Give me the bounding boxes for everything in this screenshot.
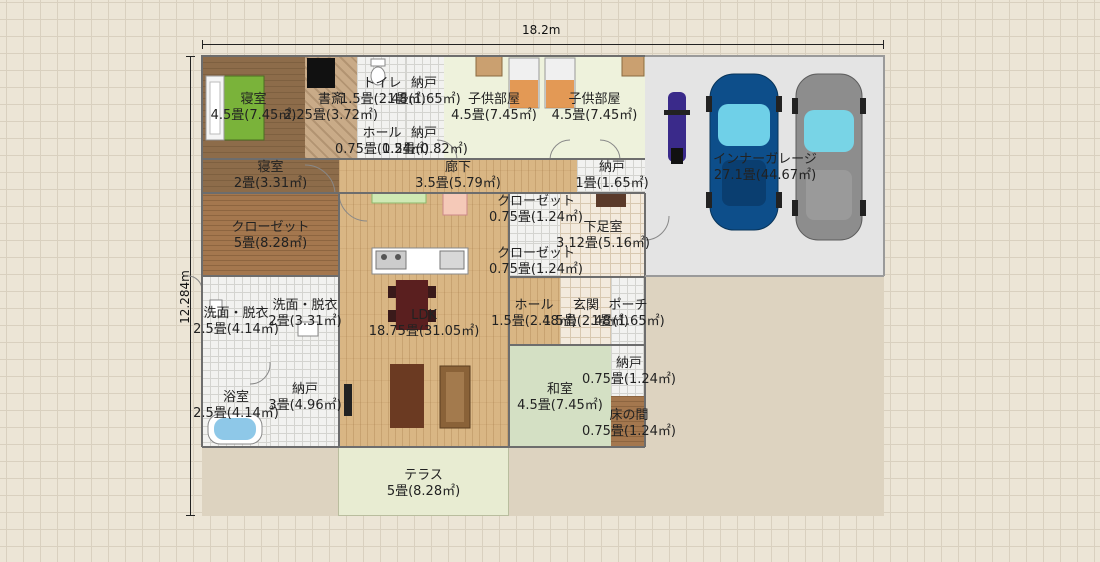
shelf-icon — [371, 192, 427, 204]
wall-outer-top — [202, 55, 645, 57]
wall-right — [644, 193, 646, 447]
wall-garage-right — [883, 55, 885, 276]
shoe-shelf-icon — [596, 193, 626, 207]
sofa-icon — [439, 365, 471, 429]
wall-washitsu-top — [509, 344, 645, 346]
furniture-layer — [187, 55, 866, 445]
desk-icon — [621, 55, 645, 77]
sink-icon — [209, 299, 223, 317]
motorbike-icon — [664, 92, 690, 164]
piano-icon — [307, 58, 335, 88]
wall-wash-top — [202, 275, 339, 277]
wall-ldk-left — [338, 193, 340, 447]
dining-table-icon — [388, 280, 436, 330]
toilet-icon — [370, 58, 386, 86]
wall-mid — [509, 276, 645, 278]
wall-corridor-bottom — [202, 192, 645, 194]
wall-bottom — [202, 446, 645, 448]
car-icon — [706, 73, 782, 231]
floor-plan-canvas[interactable]: 18.2m 12.284m 寝室 4.5畳(7.45㎡) 書斎 2.25畳(3.… — [0, 0, 1100, 562]
shelf-icon — [442, 192, 468, 216]
sink-icon — [297, 321, 319, 337]
wall-garage-top — [645, 55, 884, 57]
desk-icon — [475, 55, 503, 77]
bed-icon — [205, 75, 265, 141]
bed-icon — [508, 57, 576, 109]
tv-icon — [344, 384, 352, 416]
wall-corridor-top — [202, 158, 645, 160]
wall-outer-left — [201, 55, 203, 447]
coffee-table-icon — [390, 364, 424, 428]
wall-garage-bottom — [645, 275, 884, 277]
kitchen-icon — [371, 247, 469, 275]
car-icon — [792, 73, 866, 241]
wall-ldk-right — [508, 193, 510, 447]
bathtub-icon — [207, 413, 263, 445]
